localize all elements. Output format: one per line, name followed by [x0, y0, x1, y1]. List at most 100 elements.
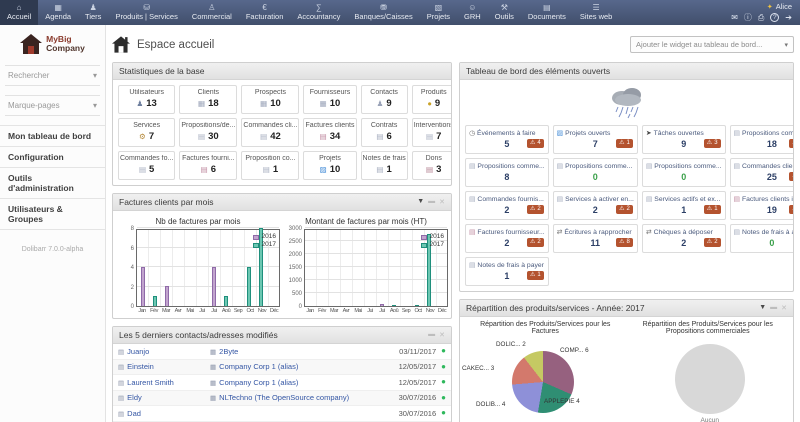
menu-item-grh[interactable]: ☺GRH [457, 0, 488, 25]
warning-badge[interactable]: ⚠2 [527, 238, 544, 247]
warning-badge[interactable]: ⚠12 [789, 205, 794, 214]
menu-item-commercial[interactable]: ♙Commercial [185, 0, 239, 25]
dashboard-box-critures-rapprocher[interactable]: ⇄Écritures à rapprocher11⚠8 [553, 224, 638, 253]
filter-icon[interactable]: ▼ [417, 198, 424, 206]
dashboard-box-services-actifs-et-ex[interactable]: ▤Services actifs et ex...1⚠1 [642, 191, 726, 220]
stat-box-clients[interactable]: Clients▦18 [179, 85, 237, 114]
menu-item-label: Accueil [7, 12, 31, 21]
sidebar-item-configuration[interactable]: Configuration [0, 147, 105, 168]
stat-number: 18 [208, 98, 219, 109]
warning-badge[interactable]: ⚠2 [527, 205, 544, 214]
contact-link[interactable]: ▤Einstein [118, 362, 210, 371]
stat-box-commandes-fo[interactable]: Commandes fo...▤5 [118, 151, 175, 180]
dashboard-box-notes-de-frais-payer[interactable]: ▤Notes de frais à payer1⚠1 [465, 257, 549, 286]
sidebar-item-outils-d-administration[interactable]: Outils d'administration [0, 168, 105, 199]
stat-box-factures-clients[interactable]: Factures clients▤34 [303, 118, 356, 147]
stat-box-dons[interactable]: Dons▤3 [412, 151, 452, 180]
menu-item-agenda[interactable]: ▦Agenda [38, 0, 78, 25]
stat-box-services[interactable]: Services⚙7 [118, 118, 175, 147]
warning-badge[interactable]: ⚠8 [616, 238, 633, 247]
close-icon[interactable]: ✕ [439, 331, 445, 339]
dashboard-box-commandes-fournis[interactable]: ▤Commandes fournis...2⚠2 [465, 191, 549, 220]
stat-box-utilisateurs[interactable]: Utilisateurs♟13 [118, 85, 175, 114]
stat-box-factures-fourni[interactable]: Factures fourni...▤6 [179, 151, 237, 180]
stat-box-prospects[interactable]: Prospects▦10 [241, 85, 299, 114]
warning-badge[interactable]: ⚠1 [704, 205, 721, 214]
dashboard-box-ch-ques-d-poser[interactable]: ⇄Chèques à déposer2⚠2 [642, 224, 726, 253]
contact-link[interactable]: ▤Eldy [118, 393, 210, 402]
contact-link[interactable]: ▤Dad [118, 409, 210, 418]
dashboard-box-factures-clients-imp[interactable]: ▤Factures clients imp...19⚠12 [730, 191, 794, 220]
menu-item-tiers[interactable]: ♟Tiers [78, 0, 108, 25]
menu-item-projets[interactable]: ▧Projets [420, 0, 457, 25]
chat-icon[interactable]: ✉ [731, 13, 738, 22]
menu-item-banques-caisses[interactable]: ⛃Banques/Caisses [347, 0, 419, 25]
stat-box-projets[interactable]: Projets▨10 [303, 151, 356, 180]
menu-item-produits-services[interactable]: ⛁Produits | Services [108, 0, 184, 25]
warning-badge[interactable]: ⚠2 [616, 205, 633, 214]
stat-box-contacts[interactable]: Contacts♟9 [361, 85, 408, 114]
menu-item-documents[interactable]: ▤Documents [521, 0, 573, 25]
y-tick-label: 2000 [289, 252, 302, 258]
menu-item-outils[interactable]: ⚒Outils [488, 0, 521, 25]
stat-box-interventions[interactable]: Interventions▤7 [412, 118, 452, 147]
stat-box-fournisseurs[interactable]: Fournisseurs▦10 [303, 85, 356, 114]
minimize-icon[interactable]: ▬ [428, 331, 435, 339]
company-logo[interactable]: MyBig Company [0, 25, 105, 65]
menu-item-label: Tiers [85, 12, 101, 21]
warning-badge[interactable]: ⚠23 [789, 172, 794, 181]
menu-item-accueil[interactable]: ⌂Accueil [0, 0, 38, 25]
company-link[interactable]: ▦Company Corp 1 (alias) [210, 362, 399, 371]
stat-box-proposition-co[interactable]: Proposition co...▤1 [241, 151, 299, 180]
contact-link[interactable]: ▤Juanjo [118, 347, 210, 356]
menu-item-facturation[interactable]: €Facturation [239, 0, 291, 25]
company-link[interactable]: ▦NLTechno (The OpenSource company) [210, 393, 399, 402]
dashboard-box-projets-ouverts[interactable]: ▨Projets ouverts7⚠1 [553, 125, 638, 154]
warning-badge[interactable]: ⚠4 [527, 139, 544, 148]
bookmarks-section[interactable]: Marque-pages ▾ [5, 95, 100, 116]
stat-box-notes-de-frais[interactable]: Notes de frais▤1 [361, 151, 408, 180]
dashboard-box-propositions-comme[interactable]: ▤Propositions comme...18⚠17 [730, 125, 794, 154]
dashboard-box-propositions-comme[interactable]: ▤Propositions comme...0 [553, 158, 638, 187]
help-icon[interactable]: ? [770, 13, 779, 22]
dashboard-box-v-nements-faire[interactable]: ◷Événements à faire5⚠4 [465, 125, 549, 154]
info-icon[interactable]: ⓘ [744, 12, 752, 23]
dashboard-box-services-activer-en[interactable]: ▤Services à activer en...2⚠2 [553, 191, 638, 220]
close-icon[interactable]: ✕ [781, 304, 787, 312]
dashboard-box-notes-de-frais-appr[interactable]: ▤Notes de frais à appr...0 [730, 224, 794, 253]
minimize-icon[interactable]: ▬ [428, 198, 435, 206]
close-icon[interactable]: ✕ [439, 198, 445, 206]
dashboard-box-propositions-comme[interactable]: ▤Propositions comme...0 [642, 158, 726, 187]
dashboard-box-t-ches-ouvertes[interactable]: ➤Tâches ouvertes9⚠3 [642, 125, 726, 154]
company-link[interactable]: ▦Company Corp 1 (alias) [210, 378, 399, 387]
dashboard-box-commandes-clients[interactable]: ▤Commandes clients ...25⚠23 [730, 158, 794, 187]
dashboard-box-factures-fournisseur[interactable]: ▤Factures fournisseur...2⚠2 [465, 224, 549, 253]
stat-box-commandes-cli[interactable]: Commandes cli...▤42 [241, 118, 299, 147]
dashboard-box-propositions-comme[interactable]: ▤Propositions comme...8 [465, 158, 549, 187]
sidebar-item-utilisateurs-groupes[interactable]: Utilisateurs & Groupes [0, 199, 105, 230]
stat-box-produits[interactable]: Produits●9 [412, 85, 452, 114]
menu-item-label: Produits | Services [115, 12, 177, 21]
dashboard-box-label: Services actifs et ex... [654, 196, 720, 203]
stat-box-propositions-de[interactable]: Propositions/de...▤30 [179, 118, 237, 147]
warning-badge[interactable]: ⚠1 [616, 139, 633, 148]
stat-label: Commandes fo... [120, 155, 173, 162]
warning-badge[interactable]: ⚠1 [527, 271, 544, 280]
menu-item-accountancy[interactable]: ∑Accountancy [290, 0, 347, 25]
warning-badge[interactable]: ⚠2 [704, 238, 721, 247]
logout-icon[interactable]: ➔ [785, 13, 792, 22]
add-widget-select[interactable]: Ajouter le widget au tableau de bord... … [630, 36, 794, 53]
search-section[interactable]: Rechercher ▾ [5, 65, 100, 86]
contact-link[interactable]: ▤Laurent Smith [118, 378, 210, 387]
minimize-icon[interactable]: ▬ [770, 304, 777, 312]
stat-number: 6 [211, 164, 216, 175]
user-link[interactable]: ✦ Alice [767, 2, 792, 11]
warning-badge[interactable]: ⚠17 [789, 139, 794, 148]
menu-item-sites-web[interactable]: ☰Sites web [573, 0, 620, 25]
stat-box-contrats[interactable]: Contrats▤6 [361, 118, 408, 147]
company-link[interactable]: ▦2Byte [210, 347, 399, 356]
print-icon[interactable]: ⎙ [758, 13, 764, 23]
sidebar-item-mon-tableau-de-bord[interactable]: Mon tableau de bord [0, 126, 105, 147]
filter-icon[interactable]: ▼ [759, 304, 766, 312]
warning-badge[interactable]: ⚠3 [704, 139, 721, 148]
